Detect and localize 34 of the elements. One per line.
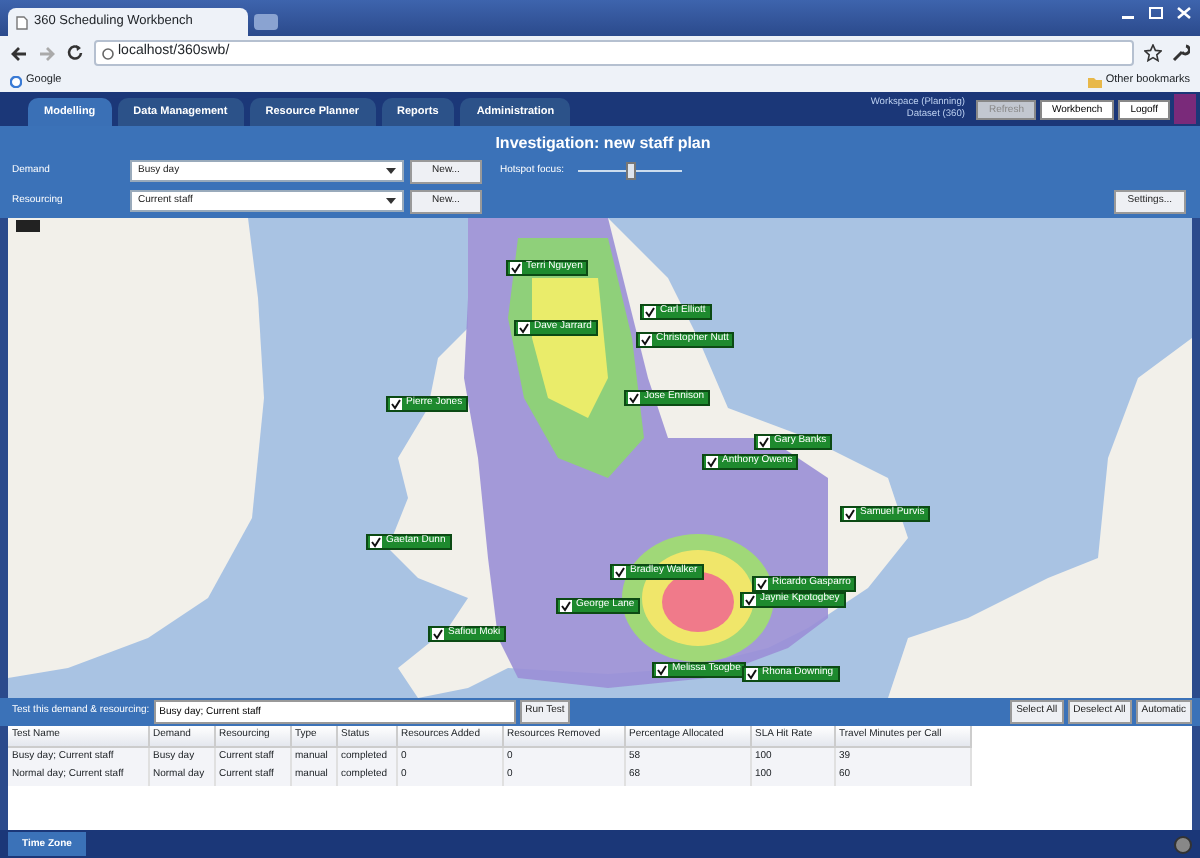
page-title: Investigation: new staff plan	[495, 134, 711, 152]
marker-checkbox[interactable]	[744, 594, 756, 606]
back-icon[interactable]	[10, 45, 28, 61]
marker-checkbox[interactable]	[614, 566, 626, 578]
marker-checkbox[interactable]	[844, 508, 856, 520]
marker-checkbox[interactable]	[656, 664, 668, 676]
caret-icon	[386, 198, 396, 204]
globe-icon	[102, 47, 114, 59]
slider-thumb[interactable]	[625, 162, 636, 180]
marker-checkbox[interactable]	[628, 392, 640, 404]
marker-checkbox[interactable]	[640, 334, 652, 346]
marker-checkbox[interactable]	[560, 600, 572, 612]
marker-checkbox[interactable]	[510, 262, 522, 274]
marker-checkbox[interactable]	[432, 628, 444, 640]
maximize-icon[interactable]	[1148, 6, 1164, 20]
status-indicator-icon	[1174, 835, 1192, 853]
page-icon	[16, 15, 28, 29]
google-icon[interactable]	[10, 75, 22, 87]
star-icon[interactable]	[1144, 44, 1162, 62]
reload-icon[interactable]	[66, 44, 84, 62]
marker-checkbox[interactable]	[390, 398, 402, 410]
close-icon[interactable]	[1176, 6, 1192, 20]
map-drawing[interactable]	[8, 218, 1192, 698]
caret-icon	[386, 168, 396, 174]
logo-icon	[1174, 94, 1196, 124]
marker-checkbox[interactable]	[746, 668, 758, 680]
folder-icon	[1087, 75, 1102, 87]
wrench-icon[interactable]	[1172, 44, 1190, 62]
marker-checkbox[interactable]	[706, 456, 718, 468]
marker-checkbox[interactable]	[756, 578, 768, 590]
marker-checkbox[interactable]	[644, 306, 656, 318]
marker-checkbox[interactable]	[370, 536, 382, 548]
marker-checkbox[interactable]	[758, 436, 770, 448]
marker-checkbox[interactable]	[518, 322, 530, 334]
